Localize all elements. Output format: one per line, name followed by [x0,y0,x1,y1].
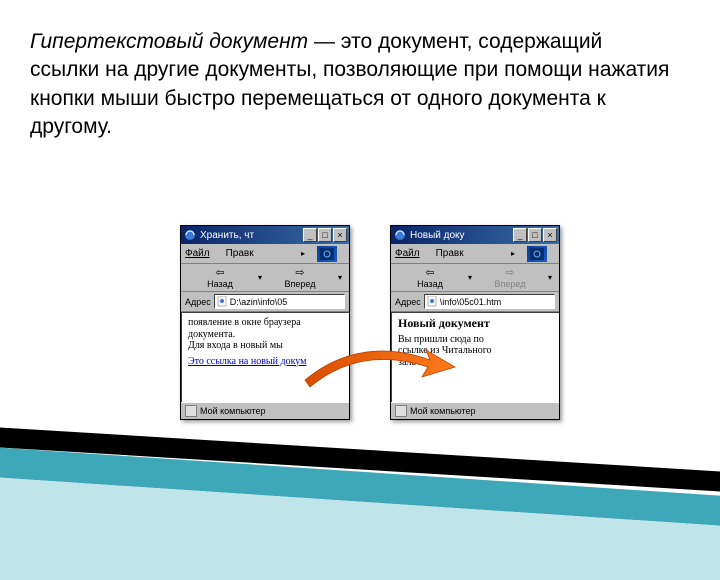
forward-arrow-icon: ⇨ [265,266,335,279]
address-input[interactable]: D:\azin\info\05 [214,294,345,309]
titlebar[interactable]: Новый доку _ □ × [391,226,559,244]
status-bar: Мой компьютер [181,402,349,419]
content-text: документа. [188,329,343,341]
back-arrow-icon: ⇦ [395,266,465,279]
menu-edit[interactable]: Правк [226,248,262,259]
address-bar: Адрес D:\azin\info\05 [181,292,349,312]
address-value: D:\azin\info\05 [230,297,288,307]
forward-arrow-icon: ⇨ [475,266,545,279]
back-button[interactable]: ⇦ Назад [395,266,465,289]
menu-edit[interactable]: Правк [436,248,472,259]
navigation-toolbar: ⇦ Назад ▾ ⇨ Вперед ▾ [181,264,349,292]
nav-dropdown-icon[interactable]: ▾ [255,273,265,282]
definition-paragraph: Гипертекстовый документ — это документ, … [30,28,670,141]
zone-icon [185,405,197,417]
address-label: Адрес [185,297,211,307]
back-button[interactable]: ⇦ Назад [185,266,255,289]
forward-button[interactable]: ⇨ Вперед [475,266,545,289]
menubar: Файл Правк ▸ [391,244,559,264]
address-value: \info\05с01.htm [440,297,502,307]
zone-icon [395,405,407,417]
menubar: Файл Правк ▸ [181,244,349,264]
content-text: Вы пришли сюда по [398,334,553,346]
close-button[interactable]: × [543,228,557,242]
link-arrow-icon [300,345,460,395]
address-input[interactable]: \info\05с01.htm [424,294,555,309]
forward-button[interactable]: ⇨ Вперед [265,266,335,289]
maximize-button[interactable]: □ [318,228,332,242]
address-bar: Адрес \info\05с01.htm [391,292,559,312]
nav-dropdown-icon[interactable]: ▾ [335,273,345,282]
menu-expand-icon[interactable]: ▸ [511,249,515,258]
menu-file[interactable]: Файл [395,248,428,259]
doc-icon [217,296,228,307]
menu-expand-icon[interactable]: ▸ [301,249,305,258]
back-arrow-icon: ⇦ [185,266,255,279]
close-button[interactable]: × [333,228,347,242]
window-title: Новый доку [410,230,513,241]
ie-throbber-icon [317,246,337,262]
titlebar[interactable]: Хранить, чт _ □ × [181,226,349,244]
status-bar: Мой компьютер [391,402,559,419]
maximize-button[interactable]: □ [528,228,542,242]
content-text: появление в окне браузера [188,317,343,329]
window-title: Хранить, чт [200,230,303,241]
ie-throbber-icon [527,246,547,262]
minimize-button[interactable]: _ [513,228,527,242]
browser-windows-group: Хранить, чт _ □ × Файл Правк ▸ ⇦ Назад ▾… [180,225,580,455]
hyperlink[interactable]: Это ссылка на новый докум [188,356,307,367]
menu-file[interactable]: Файл [185,248,218,259]
address-label: Адрес [395,297,421,307]
minimize-button[interactable]: _ [303,228,317,242]
doc-icon [427,296,438,307]
term: Гипертекстовый документ [30,30,308,53]
nav-dropdown-icon[interactable]: ▾ [465,273,475,282]
page-heading: Новый документ [398,317,553,331]
ie-app-icon [393,228,407,242]
nav-dropdown-icon[interactable]: ▾ [545,273,555,282]
status-text: Мой компьютер [410,406,476,416]
navigation-toolbar: ⇦ Назад ▾ ⇨ Вперед ▾ [391,264,559,292]
status-text: Мой компьютер [200,406,266,416]
ie-app-icon [183,228,197,242]
